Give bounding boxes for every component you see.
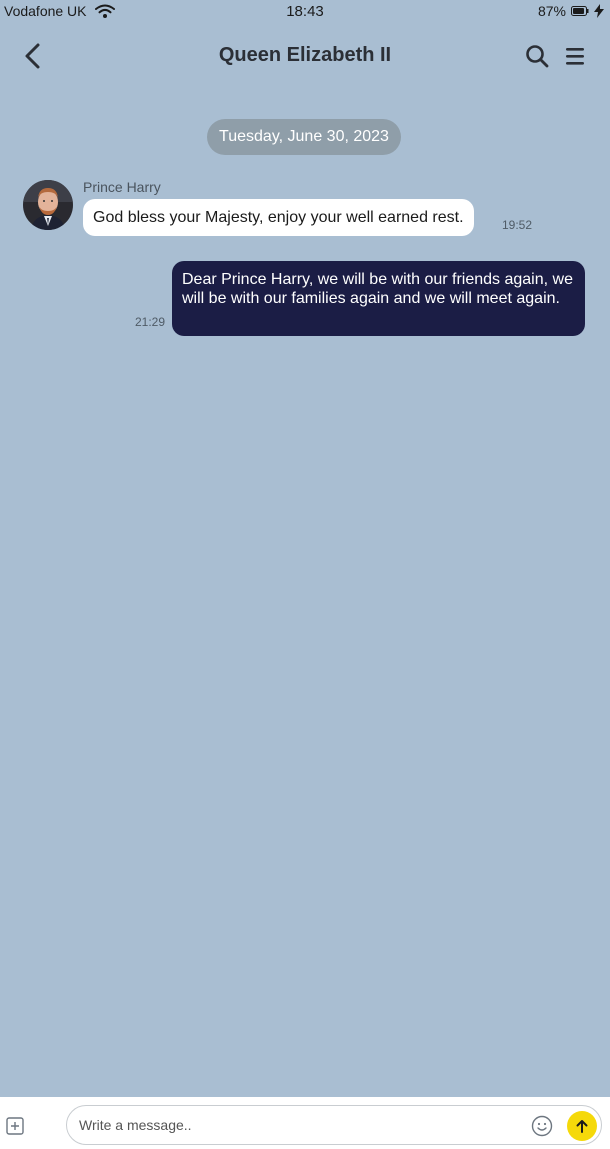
message-composer	[0, 1097, 610, 1149]
search-button[interactable]	[524, 42, 550, 70]
search-icon	[526, 45, 549, 68]
battery-icon	[571, 6, 589, 16]
attach-icon	[6, 1117, 24, 1135]
chat-title: Queen Elizabeth II	[218, 44, 392, 66]
incoming-message-time: 19:52	[502, 218, 533, 232]
avatar-portrait-icon	[23, 180, 73, 230]
status-time: 18:43	[286, 3, 324, 20]
date-separator: Tuesday, June 30, 2023	[207, 119, 401, 155]
menu-button[interactable]	[564, 43, 588, 69]
chat-header: Queen Elizabeth II	[0, 30, 610, 82]
battery-percent: 87%	[537, 3, 566, 19]
charging-bolt-icon	[594, 4, 604, 18]
send-button[interactable]	[567, 1111, 597, 1141]
message-input[interactable]	[79, 1106, 519, 1144]
menu-icon	[566, 48, 584, 65]
sender-name: Prince Harry	[83, 179, 161, 195]
outgoing-message-time: 21:29	[135, 315, 166, 329]
send-arrow-icon	[576, 1120, 588, 1133]
emoji-icon	[531, 1115, 553, 1137]
message-input-wrapper	[66, 1105, 602, 1145]
status-bar: Vodafone UK 18:43 87%	[0, 0, 610, 22]
status-right: 87%	[538, 3, 604, 19]
attach-button[interactable]	[6, 1117, 24, 1135]
incoming-message-bubble[interactable]: God bless your Majesty, enjoy your well …	[83, 199, 474, 236]
emoji-button[interactable]	[531, 1115, 553, 1137]
outgoing-message-bubble[interactable]: Dear Prince Harry, we will be with our f…	[172, 261, 585, 336]
avatar[interactable]	[23, 180, 73, 230]
